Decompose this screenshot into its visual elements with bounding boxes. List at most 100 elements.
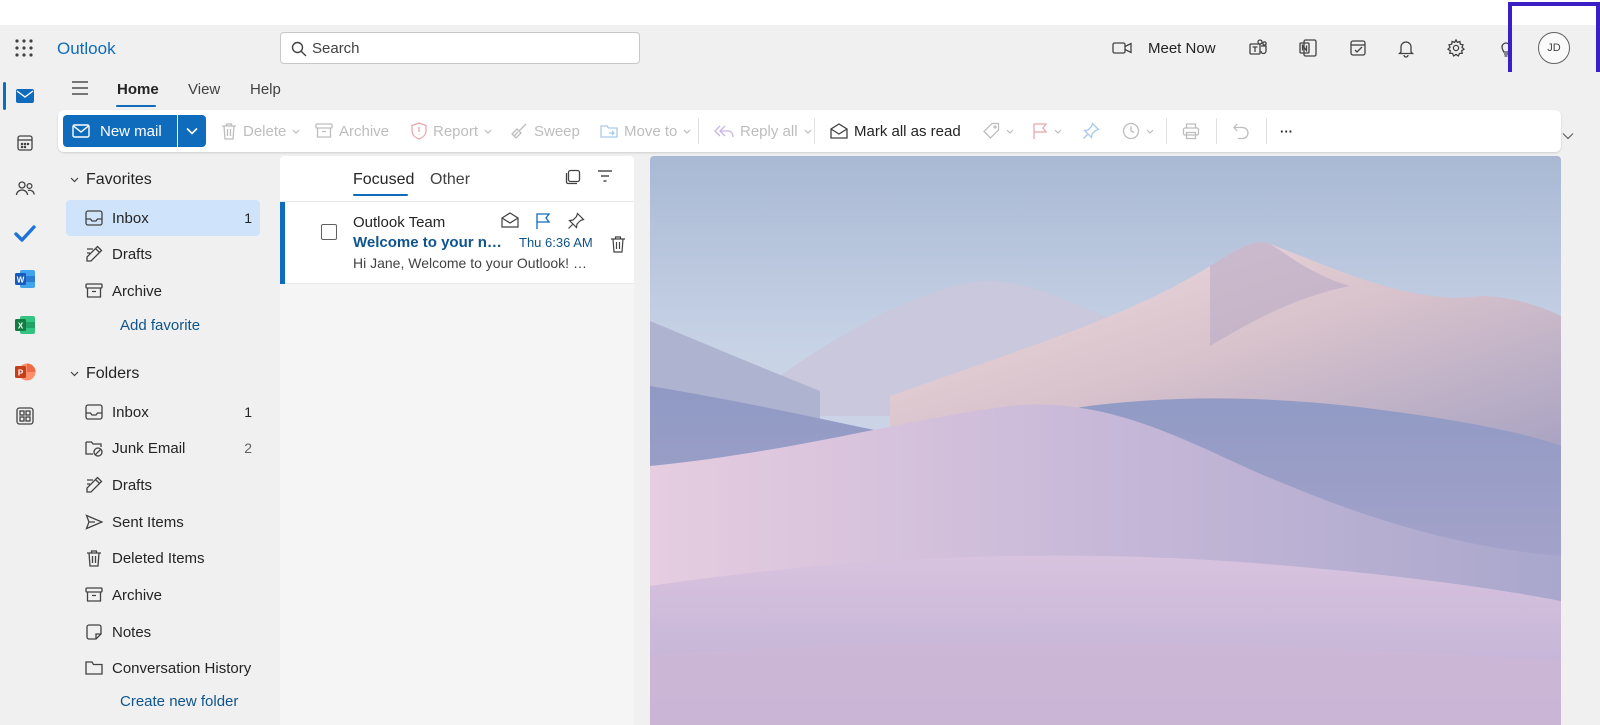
more-options-button[interactable]: ···: [1280, 115, 1293, 147]
snooze-button[interactable]: [1122, 115, 1154, 147]
filter-icon[interactable]: [597, 169, 613, 183]
folder-item-label: Drafts: [112, 476, 153, 494]
move-to-button[interactable]: Move to: [600, 115, 691, 147]
mark-all-read-button[interactable]: Mark all as read: [830, 115, 961, 147]
favorite-item-inbox[interactable]: Inbox 1: [66, 200, 260, 236]
tab-view[interactable]: View: [188, 81, 220, 98]
new-mail-button[interactable]: New mail: [63, 115, 177, 147]
add-favorite-link[interactable]: Add favorite: [120, 317, 200, 334]
more-apps-icon[interactable]: [13, 404, 37, 428]
message-list-item[interactable]: Outlook Team Welcome to your new Outlook…: [280, 202, 634, 284]
people-icon[interactable]: [13, 176, 37, 200]
chevron-down-icon: [804, 129, 812, 134]
tab-other[interactable]: Other: [430, 171, 470, 189]
powerpoint-icon[interactable]: P: [13, 360, 37, 384]
folder-item-drafts[interactable]: Drafts: [66, 467, 260, 503]
trash-icon[interactable]: [610, 235, 626, 253]
mail-compose-icon: [72, 124, 90, 138]
message-list-header: Focused Other: [280, 156, 634, 202]
folder-item-conversation-history[interactable]: Conversation History: [66, 650, 260, 686]
folder-item-junk-email[interactable]: Junk Email 2: [66, 430, 260, 466]
new-mail-dropdown-button[interactable]: [178, 115, 206, 147]
chevron-down-icon: [186, 127, 198, 135]
favorite-item-label: Inbox: [112, 209, 149, 227]
word-icon[interactable]: W: [13, 267, 37, 291]
calendar-icon[interactable]: [13, 131, 37, 155]
rail-selection-indicator: [3, 82, 6, 110]
chevron-down-icon: [1006, 129, 1014, 134]
app-launcher-icon[interactable]: [14, 38, 34, 58]
app-brand[interactable]: Outlook: [57, 39, 116, 59]
print-button[interactable]: [1182, 115, 1200, 147]
sweep-button[interactable]: Sweep: [510, 115, 580, 147]
pin-button[interactable]: [1082, 115, 1100, 147]
categorize-button[interactable]: [982, 115, 1014, 147]
active-tab-indicator: [116, 105, 156, 107]
excel-icon[interactable]: X: [13, 313, 37, 337]
message-subject: Welcome to your new Outlook.com account: [353, 234, 503, 251]
archive-icon: [315, 123, 333, 139]
reply-all-icon: [714, 123, 734, 139]
chevron-down-icon: [70, 177, 79, 183]
tab-help[interactable]: Help: [250, 81, 281, 98]
ribbon-separator: [814, 118, 815, 144]
delete-button[interactable]: Delete: [221, 115, 300, 147]
select-message-checkbox[interactable]: [321, 224, 337, 240]
folder-item-archive[interactable]: Archive: [66, 577, 260, 613]
archive-button[interactable]: Archive: [315, 115, 389, 147]
folder-item-inbox[interactable]: Inbox 1: [66, 394, 260, 430]
folder-item-sent-items[interactable]: Sent Items: [66, 504, 260, 540]
favorites-label: Favorites: [86, 171, 152, 188]
folder-item-notes[interactable]: Notes: [66, 614, 260, 650]
mail-icon[interactable]: [13, 84, 37, 108]
pin-icon: [1082, 122, 1100, 140]
lightbulb-icon[interactable]: [1494, 36, 1518, 60]
item-count: 2: [244, 440, 252, 456]
favorite-item-drafts[interactable]: Drafts: [66, 236, 260, 272]
unread-count: 1: [244, 404, 252, 420]
folders-label: Folders: [86, 365, 140, 382]
flag-button[interactable]: [1032, 115, 1062, 147]
hamburger-menu-icon[interactable]: [70, 80, 90, 96]
mark-read-icon[interactable]: [501, 212, 519, 228]
flag-icon[interactable]: [535, 212, 551, 230]
favorite-item-archive[interactable]: Archive: [66, 273, 260, 309]
svg-text:W: W: [17, 276, 25, 285]
tab-home[interactable]: Home: [117, 81, 159, 98]
shield-icon: [411, 122, 427, 140]
chevron-down-icon[interactable]: [1562, 132, 1574, 140]
favorites-header[interactable]: Favorites: [70, 169, 152, 191]
top-strip: [0, 0, 1600, 25]
select-mode-icon[interactable]: [565, 169, 581, 185]
chevron-down-icon: [683, 129, 691, 134]
folder-item-label: Deleted Items: [112, 549, 205, 567]
gear-icon[interactable]: [1444, 36, 1468, 60]
meet-now-button[interactable]: Meet Now: [1112, 36, 1216, 60]
main-area: Home View Help New mail Delete Archive R…: [50, 72, 1600, 725]
report-button[interactable]: Report: [411, 115, 492, 147]
onenote-icon[interactable]: [1296, 36, 1320, 60]
archive-icon: [84, 585, 104, 605]
message-sender: Outlook Team: [353, 214, 446, 231]
create-new-folder-link[interactable]: Create new folder: [120, 693, 238, 710]
folders-header[interactable]: Folders: [70, 363, 139, 385]
folder-item-label: Junk Email: [112, 439, 186, 457]
account-avatar[interactable]: JD: [1538, 32, 1570, 64]
bell-icon[interactable]: [1394, 36, 1418, 60]
teams-icon[interactable]: [1246, 36, 1270, 60]
active-tab-indicator: [353, 194, 408, 196]
my-day-icon[interactable]: [1346, 36, 1370, 60]
pin-icon[interactable]: [567, 212, 585, 230]
undo-button[interactable]: [1232, 115, 1250, 147]
folder-move-icon: [600, 123, 618, 139]
search-box[interactable]: [280, 32, 640, 64]
ribbon-separator: [698, 118, 699, 144]
folder-item-deleted-items[interactable]: Deleted Items: [66, 540, 260, 576]
search-input[interactable]: [312, 34, 632, 62]
folder-item-label: Inbox: [112, 403, 149, 421]
tab-focused[interactable]: Focused: [353, 171, 414, 189]
reply-all-button[interactable]: Reply all: [714, 115, 812, 147]
reply-all-label: Reply all: [740, 122, 798, 140]
chevron-down-icon: [484, 129, 492, 134]
todo-icon[interactable]: [13, 221, 37, 245]
